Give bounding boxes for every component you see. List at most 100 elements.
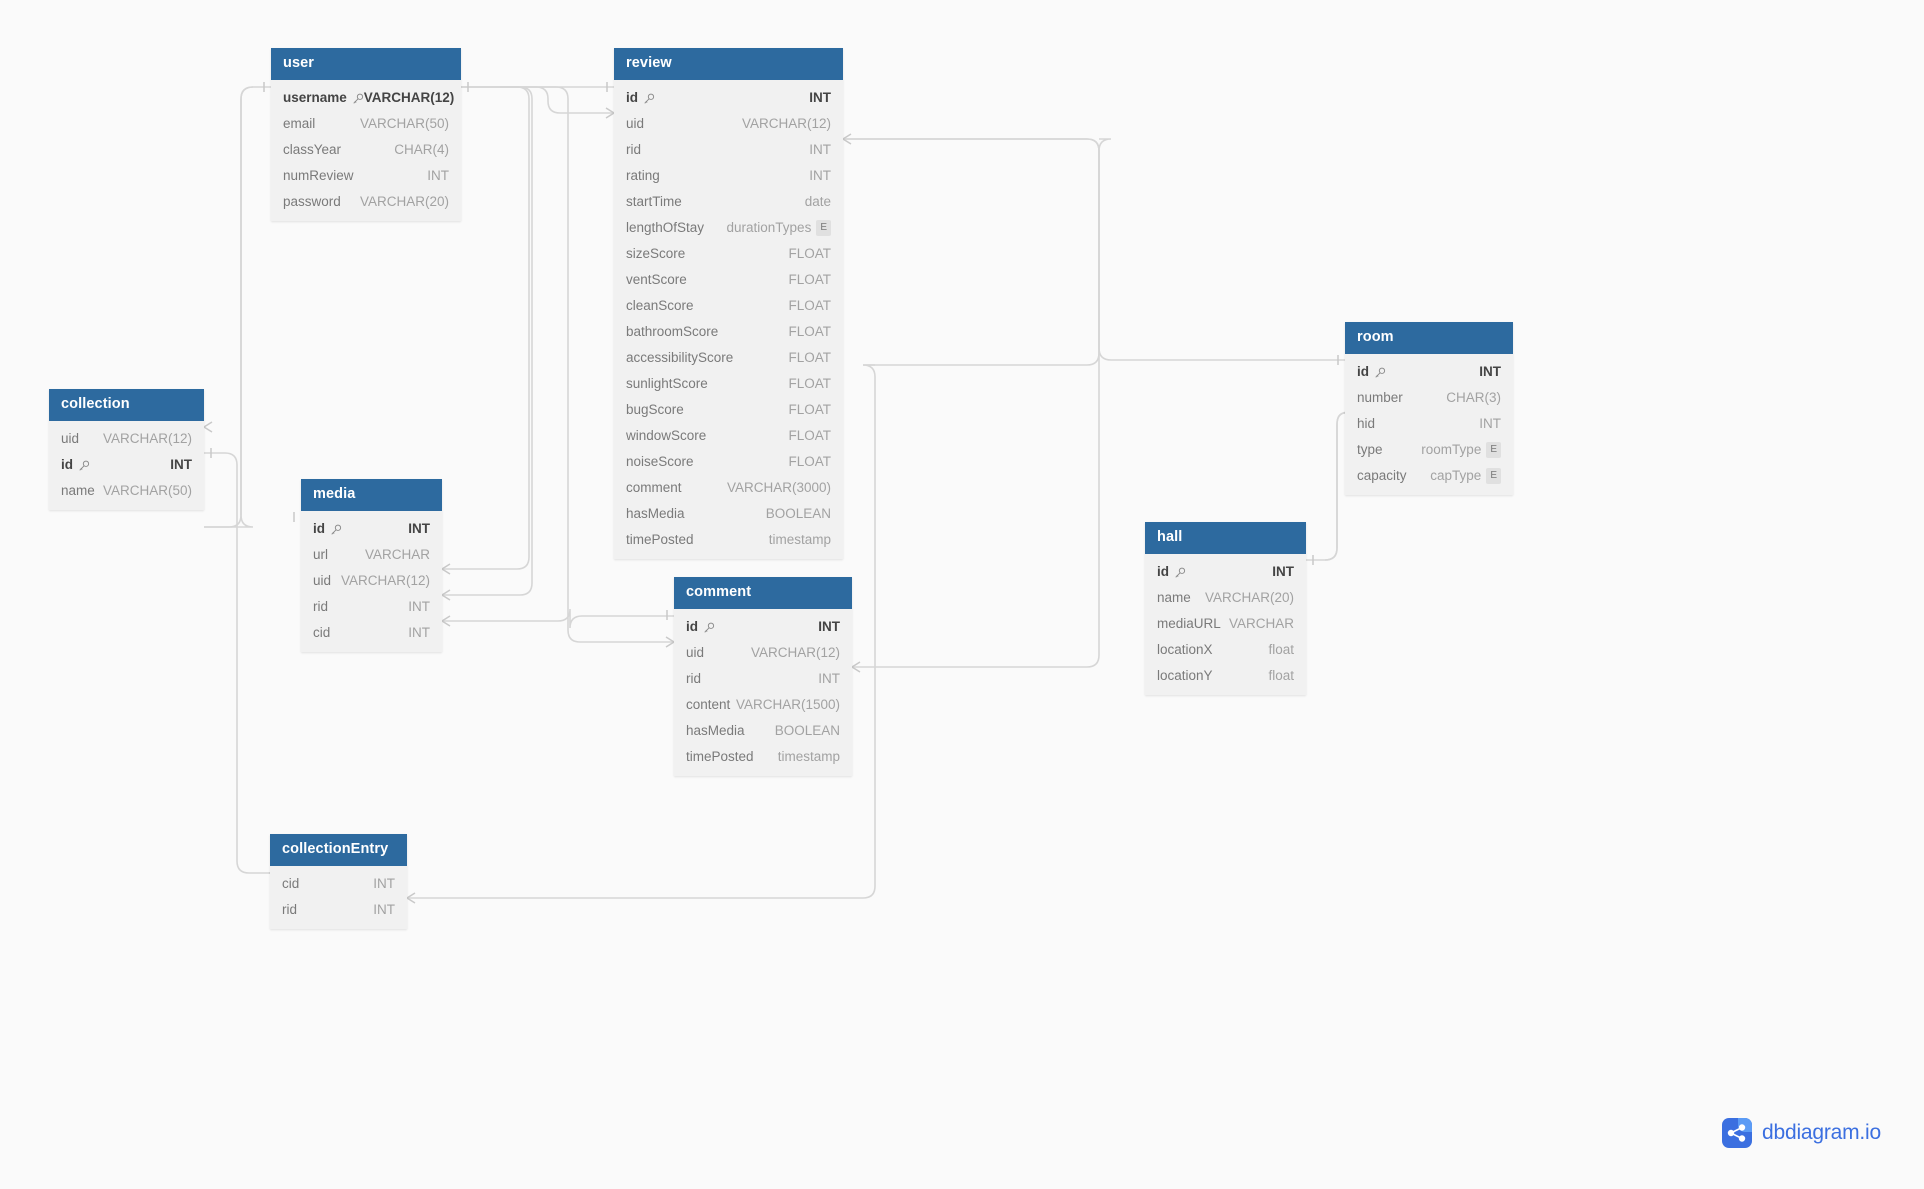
field-row-collectionEntry-rid[interactable]: rid INT xyxy=(270,897,407,923)
field-name-collection-id: id xyxy=(61,457,90,472)
field-row-media-rid[interactable]: rid INT xyxy=(301,594,442,620)
field-label: lengthOfStay xyxy=(626,220,705,235)
field-type-label: VARCHAR(12) xyxy=(750,645,840,660)
edge-review-room xyxy=(843,138,1345,361)
field-row-review-sizeScore[interactable]: sizeScore FLOAT xyxy=(614,241,843,267)
field-row-review-uid[interactable]: uid VARCHAR(12) xyxy=(614,111,843,137)
field-label: content xyxy=(686,697,731,712)
field-row-review-startTime[interactable]: startTime date xyxy=(614,189,843,215)
field-row-review-rid[interactable]: rid INT xyxy=(614,137,843,163)
field-row-collection-id[interactable]: id INT xyxy=(49,452,204,478)
field-label: locationY xyxy=(1157,668,1213,683)
field-row-hall-mediaURL[interactable]: mediaURL VARCHAR xyxy=(1145,611,1306,637)
field-row-user-username[interactable]: username VARCHAR(12) xyxy=(271,85,461,111)
table-body-room: id INT number CHAR(3) hid INT type roomType Ecap… xyxy=(1345,354,1513,495)
field-row-review-noiseScore[interactable]: noiseScore FLOAT xyxy=(614,449,843,475)
field-row-review-windowScore[interactable]: windowScore FLOAT xyxy=(614,423,843,449)
field-row-collection-uid[interactable]: uid VARCHAR(12) xyxy=(49,426,204,452)
field-row-comment-rid[interactable]: rid INT xyxy=(674,666,852,692)
field-label: ventScore xyxy=(626,272,687,287)
field-row-collectionEntry-cid[interactable]: cid INT xyxy=(270,871,407,897)
table-user[interactable]: user username VARCHAR(12) email VARCHAR(50) c… xyxy=(271,48,461,221)
field-row-media-cid[interactable]: cid INT xyxy=(301,620,442,646)
field-row-comment-content[interactable]: content VARCHAR(1500) xyxy=(674,692,852,718)
field-row-hall-locationY[interactable]: locationY float xyxy=(1145,663,1306,689)
table-room[interactable]: room id INT number CHAR(3) hid INT type roomType… xyxy=(1345,322,1513,495)
table-header-comment[interactable]: comment xyxy=(674,577,852,609)
field-row-review-bugScore[interactable]: bugScore FLOAT xyxy=(614,397,843,423)
field-row-room-id[interactable]: id INT xyxy=(1345,359,1513,385)
table-header-collection[interactable]: collection xyxy=(49,389,204,421)
field-row-comment-id[interactable]: id INT xyxy=(674,614,852,640)
field-row-comment-timePosted[interactable]: timePosted timestamp xyxy=(674,744,852,770)
field-row-hall-id[interactable]: id INT xyxy=(1145,559,1306,585)
field-type-user-classYear: CHAR(4) xyxy=(394,142,449,157)
edge-comment-media xyxy=(442,608,674,629)
field-label: uid xyxy=(626,116,645,131)
field-row-user-classYear[interactable]: classYear CHAR(4) xyxy=(271,137,461,163)
table-body-hall: id INT name VARCHAR(20) mediaURL VARCHAR locat… xyxy=(1145,554,1306,695)
field-row-comment-uid[interactable]: uid VARCHAR(12) xyxy=(674,640,852,666)
field-name-review-rid: rid xyxy=(626,142,641,157)
table-review[interactable]: review id INT uid VARCHAR(12) rid INT rating INT… xyxy=(614,48,843,559)
table-header-room[interactable]: room xyxy=(1345,322,1513,354)
table-header-user[interactable]: user xyxy=(271,48,461,80)
field-name-review-accessibilityScore: accessibilityScore xyxy=(626,350,733,365)
field-row-review-hasMedia[interactable]: hasMedia BOOLEAN xyxy=(614,501,843,527)
field-row-room-hid[interactable]: hid INT xyxy=(1345,411,1513,437)
table-media[interactable]: media id INT url VARCHAR uid VARCHAR(12) rid INT… xyxy=(301,479,442,652)
field-name-collectionEntry-cid: cid xyxy=(282,876,299,891)
field-label: cleanScore xyxy=(626,298,694,313)
table-comment[interactable]: comment id INT uid VARCHAR(12) rid INT content V… xyxy=(674,577,852,776)
field-type-review-uid: VARCHAR(12) xyxy=(742,116,831,131)
table-hall[interactable]: hall id INT name VARCHAR(20) mediaURL VARCHAR l… xyxy=(1145,522,1306,695)
field-row-user-numReview[interactable]: numReview INT xyxy=(271,163,461,189)
field-name-review-lengthOfStay: lengthOfStay xyxy=(626,220,704,235)
table-collection[interactable]: collection uid VARCHAR(12) id INT name VARCHAR… xyxy=(49,389,204,510)
field-row-user-email[interactable]: email VARCHAR(50) xyxy=(271,111,461,137)
field-row-room-type[interactable]: type roomType E xyxy=(1345,437,1513,463)
field-type-review-accessibilityScore: FLOAT xyxy=(788,350,831,365)
field-row-review-bathroomScore[interactable]: bathroomScore FLOAT xyxy=(614,319,843,345)
table-header-review[interactable]: review xyxy=(614,48,843,80)
field-row-room-number[interactable]: number CHAR(3) xyxy=(1345,385,1513,411)
field-label: hid xyxy=(1357,416,1376,431)
field-row-media-url[interactable]: url VARCHAR xyxy=(301,542,442,568)
field-row-room-capacity[interactable]: capacity capType E xyxy=(1345,463,1513,489)
field-row-media-uid[interactable]: uid VARCHAR(12) xyxy=(301,568,442,594)
field-row-user-password[interactable]: password VARCHAR(20) xyxy=(271,189,461,215)
field-row-review-accessibilityScore[interactable]: accessibilityScore FLOAT xyxy=(614,345,843,371)
field-row-review-lengthOfStay[interactable]: lengthOfStay durationTypes E xyxy=(614,215,843,241)
field-row-hall-locationX[interactable]: locationX float xyxy=(1145,637,1306,663)
field-type-room-type: roomType E xyxy=(1421,441,1501,458)
field-row-media-id[interactable]: id INT xyxy=(301,516,442,542)
field-row-comment-hasMedia[interactable]: hasMedia BOOLEAN xyxy=(674,718,852,744)
field-type-review-startTime: date xyxy=(805,194,831,209)
field-row-review-cleanScore[interactable]: cleanScore FLOAT xyxy=(614,293,843,319)
field-label: rid xyxy=(282,902,298,917)
table-header-media[interactable]: media xyxy=(301,479,442,511)
field-type-label: VARCHAR(12) xyxy=(102,431,192,446)
field-row-review-sunlightScore[interactable]: sunlightScore FLOAT xyxy=(614,371,843,397)
field-row-review-comment[interactable]: comment VARCHAR(3000) xyxy=(614,475,843,501)
field-type-hall-locationY: float xyxy=(1268,668,1294,683)
field-row-review-ventScore[interactable]: ventScore FLOAT xyxy=(614,267,843,293)
field-row-collection-name[interactable]: name VARCHAR(50) xyxy=(49,478,204,504)
field-type-media-rid: INT xyxy=(408,599,430,614)
field-type-label: VARCHAR(3000) xyxy=(726,480,831,495)
field-row-review-timePosted[interactable]: timePosted timestamp xyxy=(614,527,843,553)
field-type-collection-name: VARCHAR(50) xyxy=(103,483,192,498)
field-name-hall-locationY: locationY xyxy=(1157,668,1213,683)
dbdiagram-watermark[interactable]: dbdiagram.io xyxy=(1722,1118,1881,1148)
diagram-canvas[interactable]: user username VARCHAR(12) email VARCHAR(50) c… xyxy=(0,0,1924,1189)
table-header-hall[interactable]: hall xyxy=(1145,522,1306,554)
table-collectionEntry[interactable]: collectionEntry cid INT rid INT xyxy=(270,834,407,929)
field-row-review-id[interactable]: id INT xyxy=(614,85,843,111)
field-type-hall-mediaURL: VARCHAR xyxy=(1229,616,1294,631)
table-header-collectionEntry[interactable]: collectionEntry xyxy=(270,834,407,866)
edge-user-collection-seg xyxy=(204,86,254,528)
marker-many-media-uid xyxy=(440,563,451,575)
field-row-review-rating[interactable]: rating INT xyxy=(614,163,843,189)
field-row-hall-name[interactable]: name VARCHAR(20) xyxy=(1145,585,1306,611)
watermark-label: dbdiagram.io xyxy=(1762,1121,1882,1144)
